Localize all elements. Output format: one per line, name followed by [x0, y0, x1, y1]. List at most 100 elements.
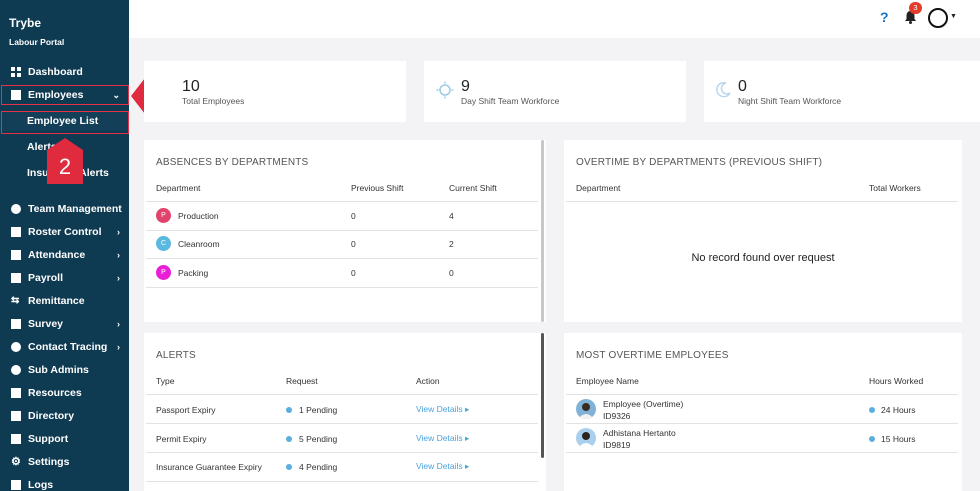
sidebar-item-contact-tracing[interactable]: Contact Tracing › [0, 337, 129, 357]
chevron-right-icon: › [117, 250, 120, 260]
scrollbar[interactable] [541, 140, 544, 322]
panel-title: ABSENCES BY DEPARTMENTS [156, 157, 309, 168]
column-header: Current Shift [449, 183, 497, 193]
brand-subtitle: Labour Portal [9, 37, 65, 47]
sidebar-item-support[interactable]: Support [0, 429, 129, 449]
employee-avatar [576, 399, 596, 419]
stat-label: Day Shift Team Workforce [461, 96, 560, 106]
sidebar: Trybe Labour Portal Dashboard Employees … [0, 0, 129, 491]
department-name: Cleanroom [178, 239, 220, 249]
briefcase-icon [11, 227, 21, 237]
stat-label: Night Shift Team Workforce [738, 96, 842, 106]
employee-list-highlight-box [1, 111, 129, 134]
sidebar-item-label: Support [28, 433, 69, 445]
user-avatar-icon[interactable] [928, 8, 948, 28]
top-bar [129, 0, 980, 38]
empty-state-message: No record found over request [691, 252, 835, 264]
most-overtime-panel: MOST OVERTIME EMPLOYEES Employee Name Ho… [564, 333, 962, 491]
sidebar-item-label: Dashboard [28, 66, 83, 78]
department-name: Packing [178, 268, 209, 278]
divider [566, 452, 958, 453]
chevron-right-icon: › [117, 342, 120, 352]
sidebar-item-directory[interactable]: Directory [0, 406, 129, 426]
step-2-callout: 2 [47, 138, 83, 184]
gear-icon: ⚙ [11, 456, 21, 468]
divider [566, 201, 958, 202]
sidebar-item-logs[interactable]: Logs [0, 475, 129, 491]
stat-label: Total Employees [182, 96, 245, 106]
sidebar-item-label: Directory [28, 410, 75, 422]
alert-type: Passport Expiry [156, 405, 216, 415]
previous-shift-value: 0 [351, 239, 356, 249]
previous-shift-value: 0 [351, 268, 356, 278]
sidebar-item-label: Logs [28, 479, 54, 491]
calendar-icon [11, 250, 21, 260]
alert-request: 1 Pending [299, 405, 338, 415]
divider [566, 423, 958, 424]
sidebar-item-roster-control[interactable]: Roster Control › [0, 222, 129, 242]
hours-worked: 24 Hours [881, 405, 916, 415]
column-header: Department [156, 183, 201, 193]
status-dot [286, 436, 292, 442]
panel-title: ALERTS [156, 350, 196, 361]
divider [146, 287, 538, 288]
view-details-link[interactable]: View Details ▸ [416, 461, 469, 472]
sidebar-item-attendance[interactable]: Attendance › [0, 245, 129, 265]
stat-card-total-employees: 10 Total Employees [144, 61, 406, 122]
link-label: View Details [416, 404, 463, 414]
sidebar-item-label: Remittance [28, 295, 85, 307]
column-header: Action [416, 376, 440, 386]
sidebar-item-resources[interactable]: Resources [0, 383, 129, 403]
sidebar-item-sub-admins[interactable]: Sub Admins [0, 360, 129, 380]
sidebar-item-team-management[interactable]: Team Management [0, 199, 129, 219]
view-details-link[interactable]: View Details ▸ [416, 404, 469, 415]
status-dot [286, 407, 292, 413]
chevron-right-icon: › [117, 227, 120, 237]
caret-right-icon: ▸ [465, 461, 470, 471]
column-header: Hours Worked [869, 376, 924, 386]
alert-request: 5 Pending [299, 434, 338, 444]
chat-icon [11, 434, 21, 444]
alert-type: Permit Expiry [156, 434, 207, 444]
sidebar-item-payroll[interactable]: Payroll › [0, 268, 129, 288]
divider [146, 481, 538, 482]
column-header: Department [576, 183, 621, 193]
hours-worked: 15 Hours [881, 434, 916, 444]
help-icon[interactable]: ? [880, 9, 889, 25]
sun-icon [436, 81, 454, 99]
column-header: Total Workers [869, 183, 921, 193]
chevron-right-icon: › [117, 273, 120, 283]
truck-icon [11, 388, 21, 398]
overtime-departments-panel: OVERTIME BY DEPARTMENTS (PREVIOUS SHIFT)… [564, 140, 962, 322]
divider [146, 258, 538, 259]
caret-down-icon[interactable]: ▼ [950, 13, 957, 20]
link-label: View Details [416, 433, 463, 443]
sidebar-item-dashboard[interactable]: Dashboard [0, 62, 129, 82]
status-dot [869, 407, 875, 413]
notification-badge: 3 [909, 2, 922, 14]
globe-icon [11, 204, 21, 214]
view-details-link[interactable]: View Details ▸ [416, 433, 469, 444]
sidebar-item-survey[interactable]: Survey › [0, 314, 129, 334]
divider [146, 452, 538, 453]
previous-shift-value: 0 [351, 211, 356, 221]
employee-avatar [576, 428, 596, 448]
sidebar-item-remittance[interactable]: ⇆ Remittance [0, 291, 129, 311]
current-shift-value: 4 [449, 211, 454, 221]
column-header: Type [156, 376, 175, 386]
absences-panel: ABSENCES BY DEPARTMENTS Department Previ… [144, 140, 546, 322]
sidebar-item-settings[interactable]: ⚙ Settings [0, 452, 129, 472]
stat-value: 9 [461, 78, 470, 95]
employee-name: Adhistana Hertanto [603, 428, 676, 438]
current-shift-value: 0 [449, 268, 454, 278]
panel-title: OVERTIME BY DEPARTMENTS (PREVIOUS SHIFT) [576, 157, 823, 168]
divider [566, 394, 958, 395]
sidebar-item-label: Survey [28, 318, 64, 330]
sidebar-item-label: Attendance [28, 249, 86, 261]
alerts-panel: ALERTS Type Request Action Passport Expi… [144, 333, 546, 491]
stat-card-day-shift: 9 Day Shift Team Workforce [424, 61, 686, 122]
scrollbar[interactable] [541, 333, 544, 458]
caret-right-icon: ▸ [465, 433, 470, 443]
department-name: Production [178, 211, 219, 221]
department-avatar: C [156, 236, 171, 251]
